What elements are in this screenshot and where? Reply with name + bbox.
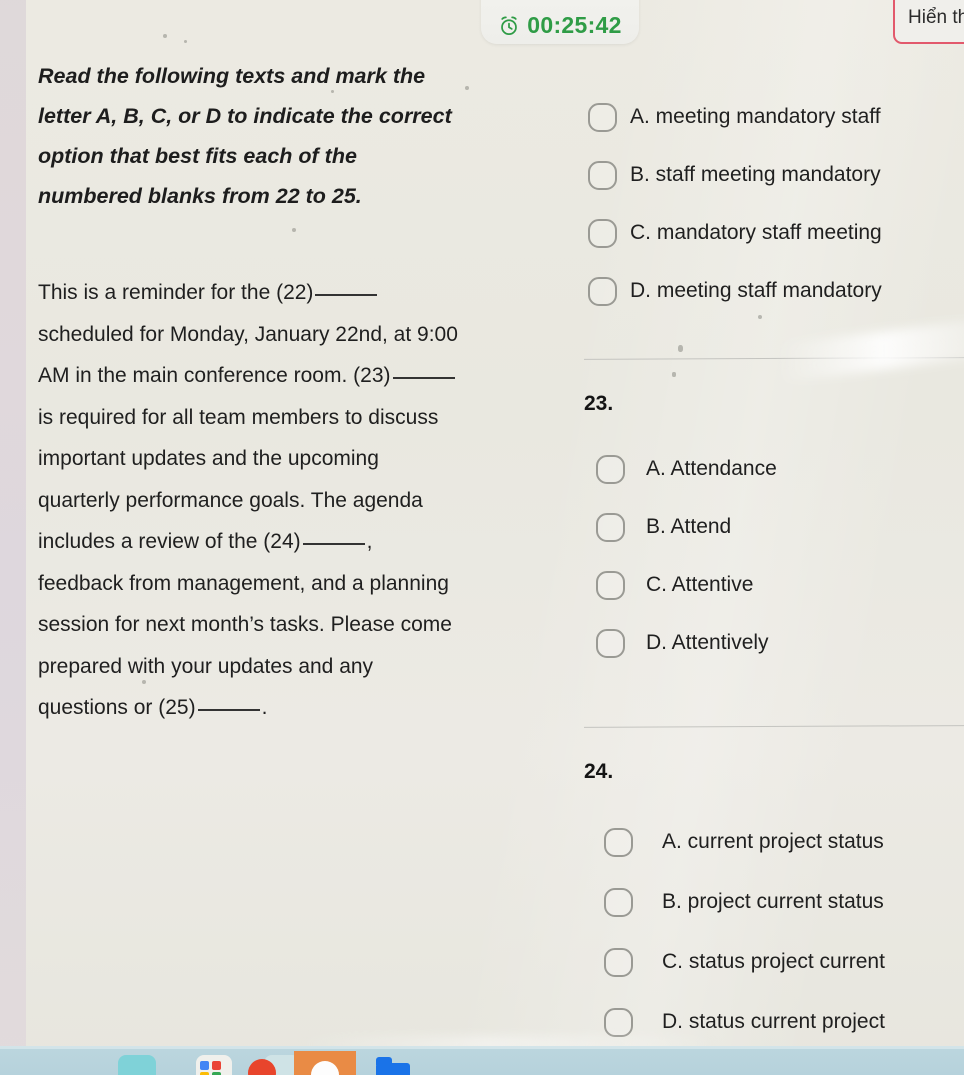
show-button-label: Hiển th bbox=[908, 7, 964, 28]
option-list-24: A. current project status B. project cur… bbox=[566, 784, 964, 1052]
question-23: 23. A. Attendance B. Attend C. Attentive… bbox=[566, 357, 964, 672]
device-bezel-edge bbox=[0, 0, 26, 1046]
app-icon-orange[interactable] bbox=[294, 1051, 356, 1075]
option-23-d[interactable]: D. Attentively bbox=[566, 614, 964, 672]
option-label: D. meeting staff mandatory bbox=[630, 279, 882, 302]
radio-icon[interactable] bbox=[588, 276, 617, 306]
question-number-23: 23. bbox=[584, 392, 614, 415]
option-list-22: A. meeting mandatory staff B. staff meet… bbox=[566, 78, 964, 320]
passage-text-run: , bbox=[366, 530, 373, 553]
option-23-c[interactable]: C. Attentive bbox=[566, 556, 964, 614]
passage-text-run: . bbox=[261, 696, 268, 719]
radio-icon[interactable] bbox=[596, 454, 625, 484]
option-label: D. Attentively bbox=[646, 631, 769, 654]
dust-speck bbox=[465, 86, 469, 90]
option-22-c[interactable]: C. mandatory staff meeting bbox=[566, 204, 964, 262]
option-label: B. staff meeting mandatory bbox=[630, 163, 881, 186]
option-22-a[interactable]: A. meeting mandatory staff bbox=[566, 88, 964, 146]
passage-line: questions or (25). bbox=[38, 687, 550, 729]
dust-speck bbox=[678, 345, 683, 352]
app-icon-blue[interactable] bbox=[376, 1057, 410, 1075]
option-label: C. mandatory staff meeting bbox=[630, 221, 882, 244]
option-list-23: A. Attendance B. Attend C. Attentive D. … bbox=[566, 416, 964, 672]
passage-line: session for next month’s tasks. Please c… bbox=[38, 613, 452, 636]
show-button[interactable]: Hiển th bbox=[893, 0, 964, 44]
dock-seam bbox=[0, 1046, 964, 1049]
passage-line: This is a reminder for the (22) bbox=[38, 272, 550, 314]
option-label: A. current project status bbox=[662, 830, 884, 853]
radio-icon[interactable] bbox=[588, 160, 617, 190]
instruction-line: numbered blanks from 22 to 25. bbox=[38, 184, 362, 208]
answer-blank-25 bbox=[197, 709, 260, 711]
passage-line: AM in the main conference room. (23) bbox=[38, 355, 550, 397]
option-label: C. Attentive bbox=[646, 573, 754, 596]
option-24-a[interactable]: A. current project status bbox=[566, 812, 964, 872]
radio-icon[interactable] bbox=[604, 1007, 633, 1037]
radio-icon[interactable] bbox=[588, 218, 617, 248]
instruction-line: Read the following texts and mark the bbox=[38, 64, 426, 88]
passage-text-run: AM in the main conference room. (23) bbox=[38, 364, 391, 387]
dust-speck bbox=[331, 90, 334, 93]
option-24-b[interactable]: B. project current status bbox=[566, 872, 964, 932]
option-label: A. Attendance bbox=[646, 457, 777, 480]
option-23-a[interactable]: A. Attendance bbox=[566, 440, 964, 498]
question-divider bbox=[583, 357, 964, 360]
radio-icon[interactable] bbox=[604, 947, 633, 977]
dust-speck bbox=[142, 680, 146, 684]
option-24-d[interactable]: D. status current project bbox=[566, 992, 964, 1052]
passage-line: is required for all team members to disc… bbox=[38, 405, 439, 429]
exam-timer: 00:25:42 bbox=[481, 0, 639, 44]
dust-speck bbox=[184, 40, 187, 43]
option-label: B. project current status bbox=[662, 890, 884, 913]
question-22: A. meeting mandatory staff B. staff meet… bbox=[566, 78, 964, 320]
radio-icon[interactable] bbox=[604, 827, 633, 857]
passage-text-run: This is a reminder for the (22) bbox=[38, 281, 314, 304]
instruction-line: letter A, B, C, or D to indicate the cor… bbox=[38, 104, 452, 128]
questions-column: A. meeting mandatory staff B. staff meet… bbox=[566, 78, 964, 1037]
answer-blank-23 bbox=[392, 377, 455, 379]
answer-blank-22 bbox=[315, 294, 378, 296]
alarm-clock-icon bbox=[501, 16, 518, 36]
passage-text: This is a reminder for the (22) schedule… bbox=[38, 272, 550, 729]
dust-speck bbox=[292, 228, 296, 232]
app-icon-multicolor[interactable] bbox=[196, 1055, 232, 1075]
dust-speck bbox=[672, 372, 676, 377]
radio-icon[interactable] bbox=[604, 887, 633, 917]
option-23-b[interactable]: B. Attend bbox=[566, 498, 964, 556]
passage-text-run: includes a review of the (24) bbox=[38, 530, 301, 553]
question-divider bbox=[583, 725, 964, 728]
instruction-text: Read the following texts and mark the le… bbox=[38, 56, 550, 216]
answer-blank-24 bbox=[302, 543, 365, 545]
device-dock-strip bbox=[0, 1046, 964, 1075]
passage-line: important updates and the upcoming bbox=[38, 447, 379, 470]
option-22-b[interactable]: B. staff meeting mandatory bbox=[566, 146, 964, 204]
dust-speck bbox=[163, 34, 167, 38]
option-label: A. meeting mandatory staff bbox=[630, 105, 881, 128]
radio-icon[interactable] bbox=[596, 628, 625, 658]
instruction-line: option that best fits each of the bbox=[38, 144, 357, 168]
reading-passage-column: Read the following texts and mark the le… bbox=[38, 56, 550, 729]
radio-icon[interactable] bbox=[588, 102, 617, 132]
passage-line: feedback from management, and a planning bbox=[38, 571, 449, 595]
passage-line: prepared with your updates and any bbox=[38, 654, 374, 678]
dust-speck bbox=[758, 315, 762, 319]
app-icon-teal[interactable] bbox=[118, 1055, 156, 1075]
timer-value: 00:25:42 bbox=[527, 12, 622, 38]
passage-text-run: questions or (25) bbox=[38, 696, 196, 719]
option-24-c[interactable]: C. status project current bbox=[566, 932, 964, 992]
question-number-24: 24. bbox=[584, 760, 614, 783]
option-22-d[interactable]: D. meeting staff mandatory bbox=[566, 262, 964, 320]
passage-line: scheduled for Monday, January 22nd, at 9… bbox=[38, 322, 458, 346]
option-label: D. status current project bbox=[662, 1010, 885, 1033]
radio-icon[interactable] bbox=[596, 512, 625, 542]
question-24: 24. A. current project status B. project… bbox=[566, 725, 964, 1052]
option-label: B. Attend bbox=[646, 515, 732, 538]
option-label: C. status project current bbox=[662, 950, 885, 973]
passage-line: includes a review of the (24), bbox=[38, 521, 550, 563]
passage-line: quarterly performance goals. The agenda bbox=[38, 488, 423, 512]
radio-icon[interactable] bbox=[596, 570, 625, 600]
